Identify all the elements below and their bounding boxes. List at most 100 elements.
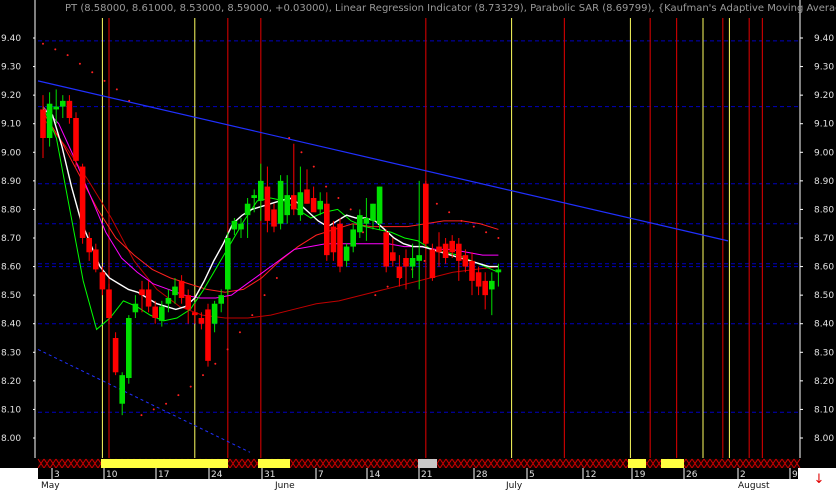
candle-up xyxy=(119,375,125,404)
candle-up xyxy=(159,306,165,321)
y-tick-label-left: 8.70 xyxy=(1,234,21,244)
candle-down xyxy=(462,255,469,267)
candle-up xyxy=(363,218,370,224)
y-tick-label-left: 9.30 xyxy=(1,63,21,73)
candle-up xyxy=(211,303,218,324)
y-tick-label-left: 9.10 xyxy=(1,120,21,130)
candle-down xyxy=(152,306,158,318)
candle-down xyxy=(185,295,191,310)
y-tick-label-left: 8.00 xyxy=(1,434,21,444)
sar-dot xyxy=(115,88,118,91)
candle-down xyxy=(436,246,442,253)
y-tick-label-right: 9.00 xyxy=(814,148,834,158)
timeline-highlight xyxy=(661,459,684,468)
sar-dot xyxy=(78,62,81,65)
x-date-label: 26 xyxy=(686,470,698,480)
sar-dot xyxy=(337,197,340,199)
sar-dot xyxy=(374,294,377,297)
candle-down xyxy=(139,289,145,296)
sar-dot xyxy=(202,374,205,377)
candle-down xyxy=(40,109,46,138)
candle-up xyxy=(258,180,264,201)
candle-down xyxy=(403,258,409,267)
x-date-label: 7 xyxy=(318,470,324,480)
candle-up xyxy=(218,295,224,304)
sar-dot xyxy=(448,211,451,214)
y-tick-label-right: 8.60 xyxy=(814,263,834,273)
sar-dot xyxy=(152,408,155,411)
sar-dot xyxy=(214,362,217,365)
sar-dot xyxy=(349,208,352,211)
y-tick-label-right: 9.20 xyxy=(814,91,834,101)
timeline-highlight xyxy=(258,459,290,468)
sar-dot xyxy=(128,99,131,102)
y-tick-label-right: 8.80 xyxy=(814,205,834,215)
sar-dot xyxy=(300,151,303,154)
candle-down xyxy=(205,309,211,361)
candle-up xyxy=(60,100,66,107)
sar-dot xyxy=(177,394,180,397)
candle-down xyxy=(383,232,389,267)
candle-up xyxy=(489,280,495,290)
sar-dot xyxy=(238,331,241,334)
sar-dot xyxy=(165,402,168,405)
candle-down xyxy=(264,186,271,221)
candle-down xyxy=(304,189,310,204)
candle-down xyxy=(456,243,462,261)
x-date-label: 21 xyxy=(421,470,432,480)
x-date-label: 14 xyxy=(369,470,381,480)
sar-dot xyxy=(263,294,266,297)
candle-down xyxy=(390,252,396,261)
candle-down xyxy=(423,183,429,244)
chart-title: PT (8.58000, 8.61000, 8.53000, 8.59000, … xyxy=(65,3,836,14)
y-tick-label-left: 8.80 xyxy=(1,205,21,215)
sar-dot xyxy=(325,185,328,188)
sar-dot xyxy=(423,259,426,262)
y-tick-label-right: 8.30 xyxy=(814,348,834,358)
sar-dot xyxy=(226,348,229,351)
month-label: August xyxy=(738,481,770,490)
candle-down xyxy=(324,203,330,256)
y-tick-label-left: 9.00 xyxy=(1,148,21,158)
x-date-label: 12 xyxy=(585,470,596,480)
candle-down xyxy=(291,195,297,210)
candle-down xyxy=(330,226,337,253)
candle-up xyxy=(132,303,139,313)
sar-dot xyxy=(91,71,94,74)
candle-up xyxy=(317,200,323,210)
y-tick-label-right: 8.20 xyxy=(814,377,834,387)
sar-dot xyxy=(497,237,500,239)
candle-down xyxy=(86,238,92,253)
candle-up xyxy=(416,255,422,261)
sar-dot xyxy=(312,165,315,168)
x-date-label: 3 xyxy=(54,470,60,480)
sar-dot xyxy=(485,231,488,234)
candle-up xyxy=(46,103,53,138)
sar-dot xyxy=(472,225,475,228)
candle-down xyxy=(198,318,205,324)
candle-down xyxy=(192,312,198,316)
y-tick-label-right: 9.40 xyxy=(814,34,834,44)
candle-up xyxy=(53,106,59,110)
sar-dot xyxy=(288,137,291,139)
y-tick-label-left: 8.30 xyxy=(1,348,21,358)
y-tick-label-left: 8.50 xyxy=(1,291,21,301)
sar-dot xyxy=(140,414,143,417)
y-tick-label-right: 8.90 xyxy=(814,177,834,187)
month-label: June xyxy=(274,481,295,490)
candle-up xyxy=(251,195,257,198)
x-date-label: 2 xyxy=(740,470,746,480)
candle-down xyxy=(79,166,86,238)
sar-dot xyxy=(189,385,192,388)
x-date-label: 31 xyxy=(264,470,275,480)
candle-up xyxy=(297,192,304,216)
down-arrow-icon[interactable]: ↓ xyxy=(808,472,830,488)
candle-up xyxy=(231,220,238,230)
y-tick-label-left: 8.40 xyxy=(1,320,21,330)
candle-down xyxy=(475,272,482,287)
candle-up xyxy=(376,186,383,224)
candle-down xyxy=(449,240,455,253)
candle-up xyxy=(238,223,244,230)
candle-down xyxy=(112,338,119,373)
candle-up xyxy=(172,286,178,296)
